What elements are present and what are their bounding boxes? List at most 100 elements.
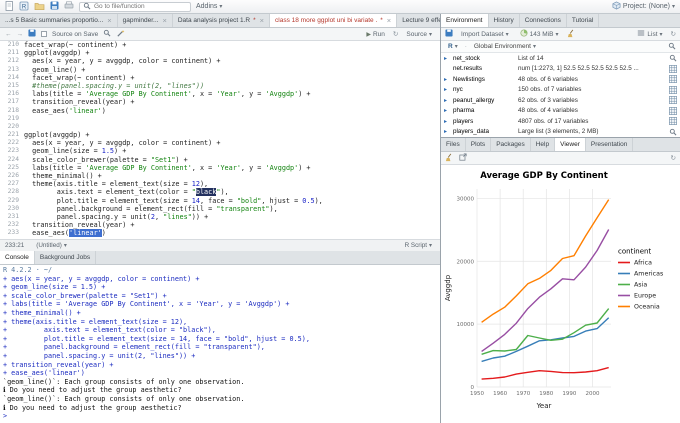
code-text: facet_wrap(~ continent) + xyxy=(24,41,127,49)
chevron-down-icon: ▾ xyxy=(454,44,458,50)
expand-arrow-icon[interactable]: ▸ xyxy=(444,55,450,62)
environment-object-row[interactable]: ▸ peanut_allergy 62 obs. of 3 variables xyxy=(441,95,680,106)
editor-tab[interactable]: Data analysis project 1.R * × xyxy=(173,14,271,27)
clear-objects-broom-icon[interactable] xyxy=(567,29,576,40)
line-number: 221 xyxy=(7,131,19,139)
files-pane-tab[interactable]: Viewer xyxy=(555,138,586,151)
view-data-grid-icon[interactable] xyxy=(669,85,677,94)
code-editor[interactable]: 210 facet_wrap(~ continent) + 211 ggplot(av… xyxy=(0,41,440,239)
refresh-icon[interactable]: ↻ xyxy=(671,154,676,162)
console-tab[interactable]: Background Jobs xyxy=(35,251,97,264)
section-navigator[interactable]: (Untitled) ▾ xyxy=(33,242,70,249)
console-tab[interactable]: Console xyxy=(0,251,35,264)
expand-arrow-icon[interactable]: ▸ xyxy=(444,128,450,135)
object-value: Large list (3 elements, 2 MB) xyxy=(518,128,599,136)
expand-arrow-icon[interactable]: ▸ xyxy=(444,86,450,93)
expand-arrow-icon[interactable]: ▸ xyxy=(444,107,450,114)
open-folder-icon[interactable] xyxy=(34,1,45,13)
environment-scope-row: R ▾ · Global Environment ▾ xyxy=(441,41,680,53)
code-text: axis.text = element_text(color = "black"… xyxy=(24,188,229,197)
svg-text:1950: 1950 xyxy=(470,391,484,397)
expand-arrow-icon[interactable]: ▸ xyxy=(444,76,450,83)
code-text: ease_aes('linear') xyxy=(24,229,106,238)
addins-menu[interactable]: Addins ▾ xyxy=(196,3,222,10)
run-button[interactable]: ▶ Run xyxy=(363,31,388,38)
source-button[interactable]: Source ▾ xyxy=(403,31,435,38)
console-line: + theme_minimal() + xyxy=(3,308,81,317)
code-tools-wand-icon[interactable] xyxy=(116,29,125,40)
environment-selector[interactable]: Global Environment ▾ xyxy=(471,43,539,50)
console[interactable]: R 4.2.2 · ~/+ aes(x = year, y = avggdp, … xyxy=(0,265,440,423)
editor-tab[interactable]: gapminder... × xyxy=(118,14,173,27)
rerun-icon[interactable]: ↻ xyxy=(393,30,398,38)
goto-file-input[interactable] xyxy=(94,3,184,10)
language-selector[interactable]: R ▾ xyxy=(445,43,461,50)
svg-text:Avggdp: Avggdp xyxy=(444,274,452,301)
environment-object-row[interactable]: ▸ players 4807 obs. of 17 variables xyxy=(441,116,680,127)
environment-object-row[interactable]: ▸ pharma 48 obs. of 4 variables xyxy=(441,106,680,117)
close-tab-icon[interactable]: × xyxy=(387,16,391,25)
console-tab-label: Background Jobs xyxy=(39,254,91,261)
svg-text:10000: 10000 xyxy=(457,322,475,328)
close-tab-icon[interactable]: × xyxy=(107,16,111,25)
environment-object-row[interactable]: net.results num [1:2273, 1] 52.5 52.5 52.… xyxy=(441,64,680,75)
environment-object-row[interactable]: ▸ net_stock List of 14 xyxy=(441,53,680,64)
view-data-grid-icon[interactable] xyxy=(669,75,677,84)
filetype-selector[interactable]: R Script ▾ xyxy=(402,242,435,249)
environment-tab[interactable]: History xyxy=(489,14,520,27)
environment-tab[interactable]: Tutorial xyxy=(567,14,600,27)
project-menu[interactable]: Project: (None) ▾ xyxy=(612,1,675,12)
print-icon[interactable] xyxy=(64,1,74,12)
new-project-icon[interactable]: R xyxy=(19,1,29,13)
view-data-grid-icon[interactable] xyxy=(669,106,677,115)
clear-viewer-broom-icon[interactable] xyxy=(445,153,454,164)
import-dataset-label: Import Dataset xyxy=(461,30,504,38)
inspect-object-icon[interactable] xyxy=(669,54,677,62)
view-data-grid-icon[interactable] xyxy=(669,96,677,105)
forward-icon[interactable]: → xyxy=(17,31,24,38)
console-line: + ease_aes('linear') xyxy=(3,369,85,378)
close-tab-icon[interactable]: × xyxy=(162,16,166,25)
expand-arrow-icon[interactable]: ▸ xyxy=(444,97,450,104)
source-on-save-checkbox[interactable] xyxy=(41,31,47,37)
console-version-label: R 4.2.2 · ~/ xyxy=(3,266,53,274)
files-pane-tab[interactable]: Files xyxy=(441,138,466,151)
new-file-icon[interactable] xyxy=(5,0,14,13)
files-pane-tab[interactable]: Help xyxy=(531,138,556,151)
view-mode-button[interactable]: List ▾ xyxy=(634,29,665,39)
save-icon[interactable] xyxy=(50,1,59,12)
files-pane-tab-label: Presentation xyxy=(590,141,628,148)
view-data-grid-icon[interactable] xyxy=(669,117,677,126)
memory-pie-icon xyxy=(520,29,528,39)
save-workspace-icon[interactable] xyxy=(445,29,453,39)
find-replace-icon[interactable] xyxy=(103,29,111,39)
editor-tab[interactable]: class 18 more ggplot uni bi variate . * × xyxy=(270,14,398,27)
close-tab-icon[interactable]: × xyxy=(260,16,264,25)
memory-usage-button[interactable]: 143 MiB ▾ xyxy=(517,29,562,39)
editor-tab-label: ...s 5 Basic summaries proportio... xyxy=(5,17,104,24)
editor-tab[interactable]: ...s 5 Basic summaries proportio... × xyxy=(0,14,118,27)
import-dataset-button[interactable]: Import Dataset ▾ xyxy=(458,31,512,38)
goto-file-search[interactable] xyxy=(79,1,191,12)
environment-object-row[interactable]: ▸ players_data Large list (3 elements, 2 M… xyxy=(441,127,680,138)
inspect-object-icon[interactable] xyxy=(669,128,677,136)
expand-arrow-icon[interactable]: ▸ xyxy=(444,118,450,125)
environment-tab[interactable]: Environment xyxy=(441,14,489,27)
code-line: 215 #theme(panel.spacing.y = unit(2, "li… xyxy=(0,82,440,90)
files-pane-tab[interactable]: Plots xyxy=(466,138,492,151)
editor-tab[interactable]: Lecture 9 effe...× xyxy=(397,14,440,27)
environment-tab[interactable]: Connections xyxy=(520,14,567,27)
rstudio-window: R Addins ▾ Project: (None) ▾ ...s 5 Basi… xyxy=(0,0,680,423)
code-text: scale_color_brewer(palette = "Set1") + xyxy=(24,155,188,164)
environment-object-row[interactable]: ▸ nyc 150 obs. of 7 variables xyxy=(441,85,680,96)
environment-object-row[interactable]: ▸ Newlistings 48 obs. of 6 variables xyxy=(441,74,680,85)
back-icon[interactable]: ← xyxy=(5,31,12,38)
refresh-icon[interactable]: ↻ xyxy=(671,30,676,38)
view-data-grid-icon[interactable] xyxy=(669,64,677,73)
save-icon[interactable] xyxy=(28,29,36,39)
code-line: 230 panel.background = element_rect(fill… xyxy=(0,205,440,213)
search-environment-icon[interactable] xyxy=(668,42,676,52)
files-pane-tab[interactable]: Packages xyxy=(491,138,531,151)
open-in-new-window-icon[interactable] xyxy=(459,153,467,163)
files-pane-tab[interactable]: Presentation xyxy=(586,138,634,151)
